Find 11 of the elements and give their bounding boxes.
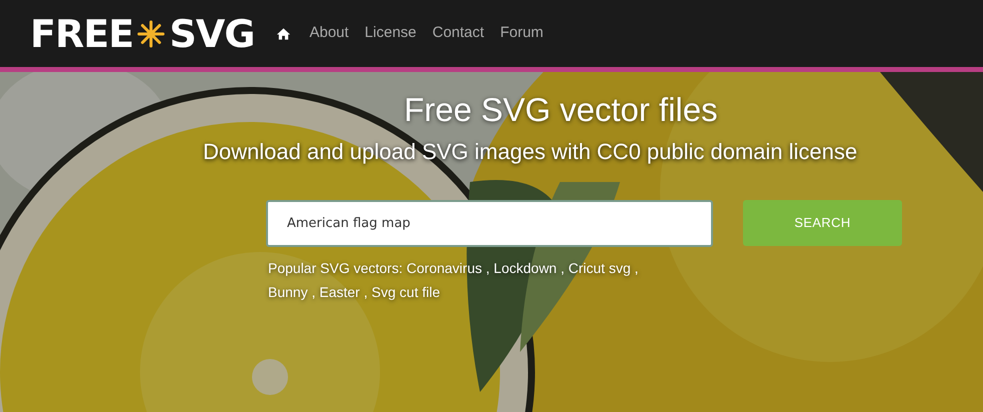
logo[interactable]: FREE SVG [30,14,254,52]
hero-title: Free SVG vector files [404,90,719,130]
tag-link[interactable]: Lockdown [494,260,557,276]
home-icon[interactable] [276,26,292,40]
asterisk-star-icon [135,18,168,50]
nav-link[interactable]: Forum [500,22,544,45]
nav-link[interactable]: Contact [432,22,484,45]
nav-link[interactable]: License [364,22,416,45]
nav-link[interactable]: About [309,22,349,45]
search-field[interactable]: American flag map [266,200,713,247]
popular-vectors-text: Popular SVG vectors: Coronavirus , Lockdown , Cricut svg , Bunny , Easter , Svg cut file [268,259,640,302]
